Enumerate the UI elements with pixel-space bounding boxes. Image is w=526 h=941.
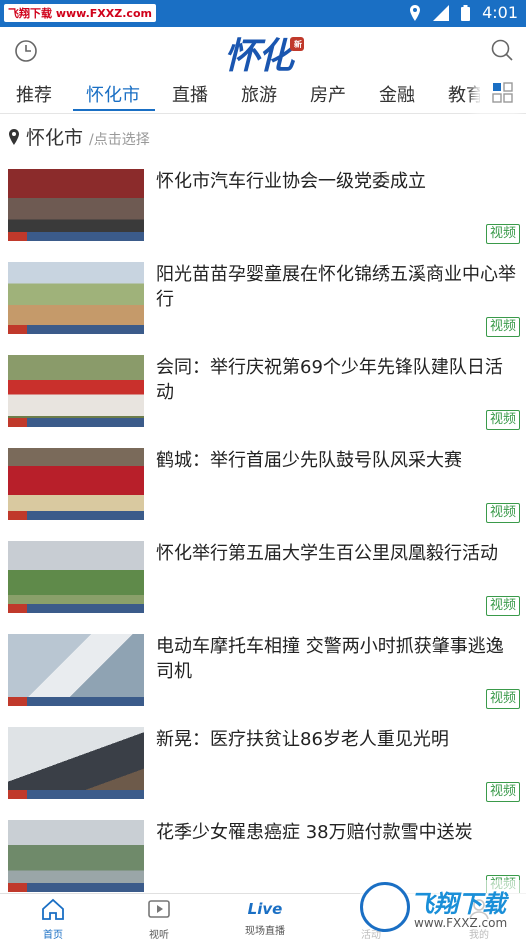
location-status-icon [410, 4, 421, 21]
home-icon [42, 898, 64, 920]
news-thumbnail [8, 169, 144, 241]
tab-recommend[interactable]: 推荐 [16, 81, 52, 107]
video-badge: 视频 [485, 503, 520, 523]
status-bar: 飞翔下载 www.FXXZ.com 4:01 [0, 0, 526, 27]
watermark-logo-icon [360, 882, 410, 932]
watermark-url: www.FXXZ.com [414, 916, 508, 930]
nav-av-label: 视听 [149, 930, 169, 941]
news-item[interactable]: 阳光苗苗孕婴童展在怀化锦绣五溪商业中心举行 视频 [0, 253, 526, 346]
video-badge: 视频 [485, 596, 520, 616]
active-tab-indicator [73, 109, 155, 111]
battery-icon [461, 4, 471, 21]
news-item[interactable]: 怀化市汽车行业协会一级党委成立 视频 [0, 160, 526, 253]
logo-text: 怀化 [224, 35, 294, 77]
channel-tabs: 推荐 怀化市 直播 旅游 房产 金融 教育 [0, 73, 526, 114]
watermark-brand: 飞翔下载 [410, 890, 506, 918]
app-logo: 怀化 新 [224, 27, 305, 79]
news-thumbnail [8, 634, 144, 706]
video-play-icon [148, 900, 170, 918]
news-item[interactable]: 电动车摩托车相撞 交警两小时抓获肇事逃逸司机 视频 [0, 625, 526, 718]
nav-live[interactable]: Live 现场直播 [235, 898, 295, 937]
news-title: 会同：举行庆祝第69个少年先锋队建队日活动 [156, 357, 503, 403]
tab-finance[interactable]: 金融 [379, 81, 415, 107]
status-time: 4:01 [482, 3, 518, 22]
news-thumbnail [8, 262, 144, 334]
news-item[interactable]: 会同：举行庆祝第69个少年先锋队建队日活动 视频 [0, 346, 526, 439]
signal-icon [433, 4, 450, 21]
logo-seal: 新 [290, 37, 305, 51]
video-badge: 视频 [485, 410, 520, 430]
tab-education[interactable]: 教育 [448, 81, 484, 107]
tab-property[interactable]: 房产 [310, 81, 346, 107]
tab-live[interactable]: 直播 [172, 81, 208, 107]
location-hint: /点击选择 [89, 131, 150, 148]
news-title: 新晃：医疗扶贫让86岁老人重见光明 [156, 729, 449, 750]
nav-av[interactable]: 视听 [129, 898, 189, 941]
news-thumbnail [8, 541, 144, 613]
news-thumbnail [8, 727, 144, 799]
nav-home[interactable]: 首页 [23, 898, 83, 941]
live-icon: Live [247, 900, 283, 918]
location-selector[interactable]: 怀化市 /点击选择 [8, 123, 150, 150]
nav-live-label: 现场直播 [245, 926, 285, 937]
news-title: 电动车摩托车相撞 交警两小时抓获肇事逃逸司机 [156, 636, 504, 682]
news-thumbnail [8, 355, 144, 427]
news-title: 花季少女罹患癌症 38万赔付款雪中送炭 [156, 822, 473, 843]
search-icon[interactable] [490, 38, 514, 66]
tab-huaihua-city[interactable]: 怀化市 [86, 81, 140, 107]
video-badge: 视频 [485, 689, 520, 709]
news-title: 鹤城：举行首届少先队鼓号队风采大赛 [156, 450, 462, 471]
news-item[interactable]: 鹤城：举行首届少先队鼓号队风采大赛 视频 [0, 439, 526, 532]
channel-manage-icon[interactable] [480, 73, 526, 113]
news-thumbnail [8, 820, 144, 892]
bottom-watermark: 飞翔下载 www.FXXZ.com [360, 880, 526, 940]
watermark-label: 飞翔下载 www.FXXZ.com [4, 4, 156, 22]
news-item[interactable]: 怀化举行第五届大学生百公里凤凰毅行活动 视频 [0, 532, 526, 625]
nav-home-label: 首页 [43, 930, 63, 941]
location-city: 怀化市 [26, 127, 84, 149]
app-header: 怀化 新 [0, 27, 526, 77]
news-item[interactable]: 新晃：医疗扶贫让86岁老人重见光明 视频 [0, 718, 526, 811]
news-title: 阳光苗苗孕婴童展在怀化锦绣五溪商业中心举行 [156, 264, 516, 310]
video-badge: 视频 [485, 224, 520, 244]
news-thumbnail [8, 448, 144, 520]
tab-travel[interactable]: 旅游 [241, 81, 277, 107]
news-title: 怀化市汽车行业协会一级党委成立 [156, 171, 426, 192]
location-pin-icon [9, 128, 19, 145]
news-title: 怀化举行第五届大学生百公里凤凰毅行活动 [156, 543, 498, 564]
video-badge: 视频 [485, 782, 520, 802]
video-badge: 视频 [485, 317, 520, 337]
history-clock-icon[interactable] [14, 39, 38, 67]
